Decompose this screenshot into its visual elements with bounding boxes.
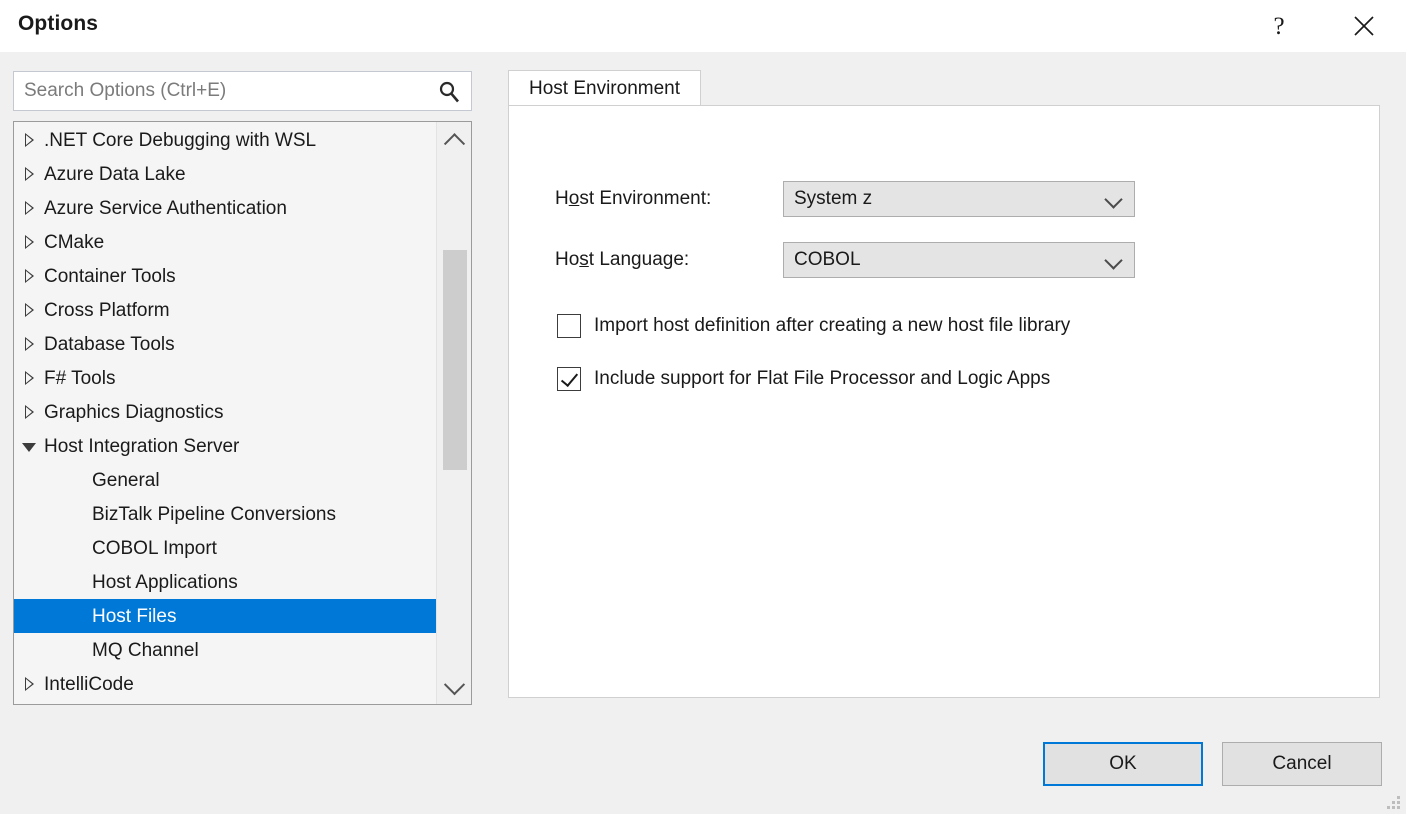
- chevron-right-icon: [25, 201, 34, 215]
- host-environment-row: Host Environment: System z: [555, 181, 1135, 217]
- tree-item-label: COBOL Import: [92, 539, 217, 558]
- chevron-down-icon: [443, 674, 464, 695]
- chevron-right-icon: [25, 269, 34, 283]
- host-environment-value: System z: [794, 188, 872, 210]
- tree-item-host-files[interactable]: Host Files: [14, 599, 436, 633]
- expander-collapsed[interactable]: [14, 269, 44, 283]
- ok-button[interactable]: OK: [1043, 742, 1203, 786]
- tree-item-label: Azure Data Lake: [44, 165, 186, 184]
- chevron-right-icon: [25, 133, 34, 147]
- tree-item-label: General: [92, 471, 160, 490]
- tree-item-cobol-import[interactable]: COBOL Import: [14, 531, 436, 565]
- host-language-row: Host Language: COBOL: [555, 242, 1135, 278]
- expander-expanded[interactable]: [14, 442, 44, 451]
- tree-scrollbar[interactable]: [436, 122, 471, 704]
- tree-item-label: Graphics Diagnostics: [44, 403, 224, 422]
- expander-collapsed[interactable]: [14, 167, 44, 181]
- chevron-right-icon: [25, 235, 34, 249]
- tree-item-host-integration-server[interactable]: Host Integration Server: [14, 429, 436, 463]
- tab-label: Host Environment: [529, 78, 680, 100]
- import-host-definition-checkbox[interactable]: [557, 314, 581, 338]
- ok-button-label: OK: [1109, 753, 1136, 775]
- scrollbar-down-button[interactable]: [437, 670, 471, 704]
- tree-item-label: F# Tools: [44, 369, 115, 388]
- tree-item-label: .NET Core Debugging with WSL: [44, 131, 316, 150]
- import-host-definition-checkbox-row[interactable]: Import host definition after creating a …: [557, 314, 1070, 338]
- import-host-definition-label: Import host definition after creating a …: [594, 315, 1070, 337]
- tree-item-label: Host Files: [92, 607, 176, 626]
- tree-item-label: Database Tools: [44, 335, 175, 354]
- help-button[interactable]: ?: [1256, 4, 1302, 48]
- expander-collapsed[interactable]: [14, 677, 44, 691]
- expander-collapsed[interactable]: [14, 337, 44, 351]
- host-environment-panel: Host Environment: System z Host Language…: [508, 105, 1380, 698]
- include-flat-file-checkbox-row[interactable]: Include support for Flat File Processor …: [557, 367, 1050, 391]
- tree-item-list: .NET Core Debugging with WSL Azure Data L…: [14, 123, 436, 701]
- chevron-down-icon: [1104, 190, 1122, 208]
- tree-item-biztalk-pipeline-conversions[interactable]: BizTalk Pipeline Conversions: [14, 497, 436, 531]
- scrollbar-thumb[interactable]: [443, 250, 467, 470]
- cancel-button-label: Cancel: [1272, 753, 1331, 775]
- tree-item-general[interactable]: General: [14, 463, 436, 497]
- chevron-down-icon: [1104, 251, 1122, 269]
- expander-collapsed[interactable]: [14, 371, 44, 385]
- tab-host-environment[interactable]: Host Environment: [508, 70, 701, 106]
- chevron-right-icon: [25, 405, 34, 419]
- tree-item-label: MQ Channel: [92, 641, 199, 660]
- search-box[interactable]: [13, 71, 472, 111]
- tree-item-label: Container Tools: [44, 267, 176, 286]
- host-language-dropdown[interactable]: COBOL: [783, 242, 1135, 278]
- tree-item-cmake[interactable]: CMake: [14, 225, 436, 259]
- expander-collapsed[interactable]: [14, 201, 44, 215]
- tree-item-container-tools[interactable]: Container Tools: [14, 259, 436, 293]
- cancel-button[interactable]: Cancel: [1222, 742, 1382, 786]
- expander-collapsed[interactable]: [14, 303, 44, 317]
- chevron-right-icon: [25, 337, 34, 351]
- expander-collapsed[interactable]: [14, 133, 44, 147]
- tree-item-graphics-diagnostics[interactable]: Graphics Diagnostics: [14, 395, 436, 429]
- options-tree[interactable]: .NET Core Debugging with WSL Azure Data L…: [13, 121, 472, 705]
- close-icon: [1352, 14, 1376, 38]
- tree-item-host-applications[interactable]: Host Applications: [14, 565, 436, 599]
- include-flat-file-checkbox[interactable]: [557, 367, 581, 391]
- tree-item-label: Host Integration Server: [44, 437, 239, 456]
- host-language-label: Host Language:: [555, 249, 783, 271]
- host-environment-dropdown[interactable]: System z: [783, 181, 1135, 217]
- tree-item-database-tools[interactable]: Database Tools: [14, 327, 436, 361]
- tree-item-intellicode[interactable]: IntelliCode: [14, 667, 436, 701]
- chevron-down-icon: [22, 443, 36, 452]
- chevron-right-icon: [25, 371, 34, 385]
- tree-item-f-tools[interactable]: F# Tools: [14, 361, 436, 395]
- title-bar: Options ?: [0, 0, 1406, 52]
- resize-grip[interactable]: [1386, 795, 1402, 811]
- chevron-right-icon: [25, 303, 34, 317]
- tree-item-azure-service-authentication[interactable]: Azure Service Authentication: [14, 191, 436, 225]
- search-input[interactable]: [24, 72, 434, 110]
- tree-item-label: Azure Service Authentication: [44, 199, 287, 218]
- expander-collapsed[interactable]: [14, 235, 44, 249]
- chevron-right-icon: [25, 677, 34, 691]
- host-environment-label: Host Environment:: [555, 188, 783, 210]
- include-flat-file-label: Include support for Flat File Processor …: [594, 368, 1050, 390]
- host-language-value: COBOL: [794, 249, 861, 271]
- chevron-right-icon: [25, 167, 34, 181]
- tree-item-label: CMake: [44, 233, 104, 252]
- expander-collapsed[interactable]: [14, 405, 44, 419]
- tree-item-label: Host Applications: [92, 573, 238, 592]
- chevron-up-icon: [443, 133, 464, 154]
- tree-item-net-core-debugging-with-wsl[interactable]: .NET Core Debugging with WSL: [14, 123, 436, 157]
- search-icon: [437, 80, 461, 104]
- tree-item-azure-data-lake[interactable]: Azure Data Lake: [14, 157, 436, 191]
- question-mark-icon: ?: [1273, 14, 1284, 39]
- tree-item-label: IntelliCode: [44, 675, 134, 694]
- tree-item-label: Cross Platform: [44, 301, 170, 320]
- tree-item-label: BizTalk Pipeline Conversions: [92, 505, 336, 524]
- page-title: Options: [18, 12, 98, 36]
- tree-item-mq-channel[interactable]: MQ Channel: [14, 633, 436, 667]
- tree-item-cross-platform[interactable]: Cross Platform: [14, 293, 436, 327]
- close-button[interactable]: [1341, 4, 1387, 48]
- scrollbar-up-button[interactable]: [437, 122, 471, 156]
- tab-strip: Host Environment: [508, 70, 1380, 106]
